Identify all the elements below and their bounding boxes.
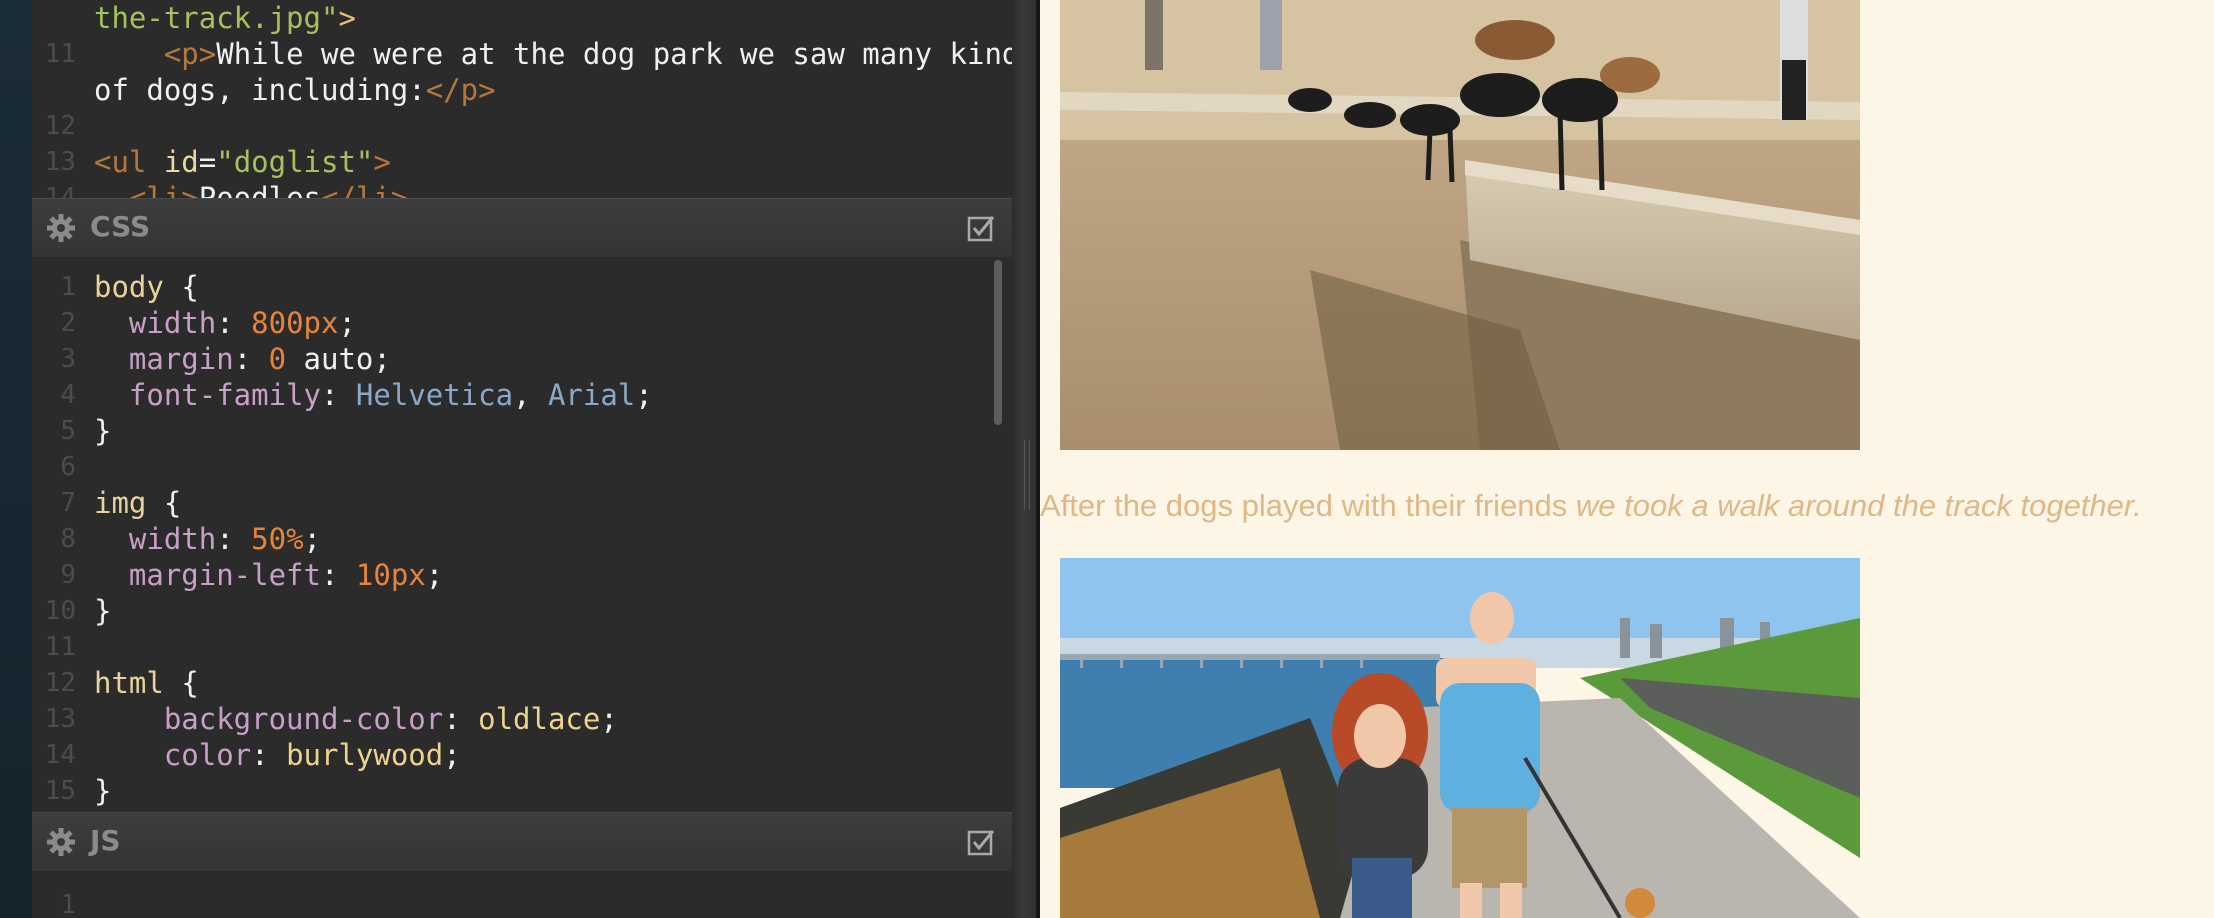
- desktop-edge: [0, 0, 32, 918]
- code-editor: the-track.jpg"> 11 <p>While we were at th…: [32, 0, 1012, 918]
- css-code-line: 2 width: 800px;: [32, 305, 1012, 341]
- html-code-line: 14 <li>Poodles</li>: [32, 180, 1012, 198]
- line-number: 3: [60, 344, 76, 374]
- code-text: }: [94, 774, 112, 808]
- line-number: 13: [44, 147, 76, 177]
- code-text: body {: [94, 270, 199, 304]
- css-code-line: 6: [32, 449, 1012, 485]
- gear-icon[interactable]: [46, 827, 76, 857]
- css-code-line: 3 margin: 0 auto;: [32, 341, 1012, 377]
- code-text: }: [94, 414, 112, 448]
- css-code-line: 15}: [32, 773, 1012, 809]
- css-code-line: 10}: [32, 593, 1012, 629]
- code-text: background-color: oldlace;: [163, 702, 618, 736]
- line-number: 15: [44, 776, 76, 806]
- css-scrollbar[interactable]: [994, 260, 1002, 425]
- pane-divider[interactable]: [1012, 0, 1040, 918]
- track-walk-photo: [1060, 558, 1860, 918]
- css-code-line: 12 html {: [32, 665, 1012, 701]
- js-code-area[interactable]: 1: [32, 871, 1012, 918]
- line-number: 12: [44, 668, 76, 698]
- gear-icon[interactable]: [46, 213, 76, 243]
- line-number: 13: [44, 704, 76, 734]
- dog-park-photo: [1060, 0, 1860, 450]
- line-number: 6: [60, 452, 76, 482]
- code-text: <p>While we were at the dog park we saw …: [163, 37, 1012, 71]
- css-code-line: 5}: [32, 413, 1012, 449]
- code-text: font-family: Helvetica, Arial;: [128, 378, 653, 412]
- line-number: 9: [60, 560, 76, 590]
- code-text: margin: 0 auto;: [128, 342, 391, 376]
- css-code-line: 9 margin-left: 10px;: [32, 557, 1012, 593]
- code-text: the-track.jpg">: [94, 1, 356, 35]
- preview-pane: After the dogs played with their friends…: [1040, 0, 2214, 918]
- css-code-line: 13 background-color: oldlace;: [32, 701, 1012, 737]
- html-code-area[interactable]: the-track.jpg"> 11 <p>While we were at th…: [32, 0, 1012, 198]
- css-code-line: 4 font-family: Helvetica, Arial;: [32, 377, 1012, 413]
- css-code-line: 8 width: 50%;: [32, 521, 1012, 557]
- code-text: }: [94, 594, 112, 628]
- js-panel-title: JS: [90, 824, 121, 857]
- code-text: width: 50%;: [128, 522, 322, 556]
- code-text: <ul id="doglist">: [94, 145, 391, 179]
- line-number: 14: [44, 183, 76, 198]
- line-number: 2: [60, 308, 76, 338]
- css-panel-title: CSS: [90, 210, 151, 243]
- html-code-line: 13 <ul id="doglist">: [32, 144, 1012, 180]
- html-code-line: the-track.jpg">: [32, 0, 1012, 36]
- html-code-line: of dogs, including:</p>: [32, 72, 1012, 108]
- line-number: 7: [60, 488, 76, 518]
- css-code-line: 11: [32, 629, 1012, 665]
- line-number: 1: [60, 272, 76, 302]
- line-number: 5: [60, 416, 76, 446]
- code-text: <li>Poodles</li>: [128, 181, 409, 198]
- line-number: 11: [44, 39, 76, 69]
- line-number: 8: [60, 524, 76, 554]
- code-text: html {: [94, 666, 199, 700]
- html-code-line: 12: [32, 108, 1012, 144]
- css-code-line: 1 body {: [32, 269, 1012, 305]
- checkbox-icon[interactable]: [966, 213, 996, 243]
- html-code-line: 11 <p>While we were at the dog park we s…: [32, 36, 1012, 72]
- code-text: width: 800px;: [128, 306, 356, 340]
- line-number: 11: [44, 632, 76, 662]
- js-code-line: 1: [32, 887, 1012, 918]
- css-code-line: 7 img {: [32, 485, 1012, 521]
- line-number: 12: [44, 111, 76, 141]
- code-text: color: burlywood;: [163, 738, 461, 772]
- code-text: img {: [94, 486, 182, 520]
- divider-grip[interactable]: [1024, 440, 1030, 510]
- preview-paragraph: After the dogs played with their friends…: [1040, 488, 2142, 524]
- line-number: 10: [44, 596, 76, 626]
- line-number: 4: [60, 380, 76, 410]
- js-panel-header: JS: [32, 812, 1012, 872]
- checkbox-icon[interactable]: [966, 827, 996, 857]
- preview-text-plain: After the dogs played with their friends: [1040, 488, 1576, 523]
- line-number: 14: [44, 740, 76, 770]
- css-panel-header: CSS: [32, 198, 1012, 258]
- css-code-line: 14 color: burlywood;: [32, 737, 1012, 773]
- line-number: 1: [60, 890, 76, 918]
- code-text: of dogs, including:</p>: [94, 73, 496, 107]
- css-code-area[interactable]: 1 body {2 width: 800px; 3 margin: 0 auto; 4…: [32, 257, 1012, 812]
- preview-text-italic: we took a walk around the track together…: [1575, 488, 2142, 523]
- code-text: margin-left: 10px;: [128, 558, 444, 592]
